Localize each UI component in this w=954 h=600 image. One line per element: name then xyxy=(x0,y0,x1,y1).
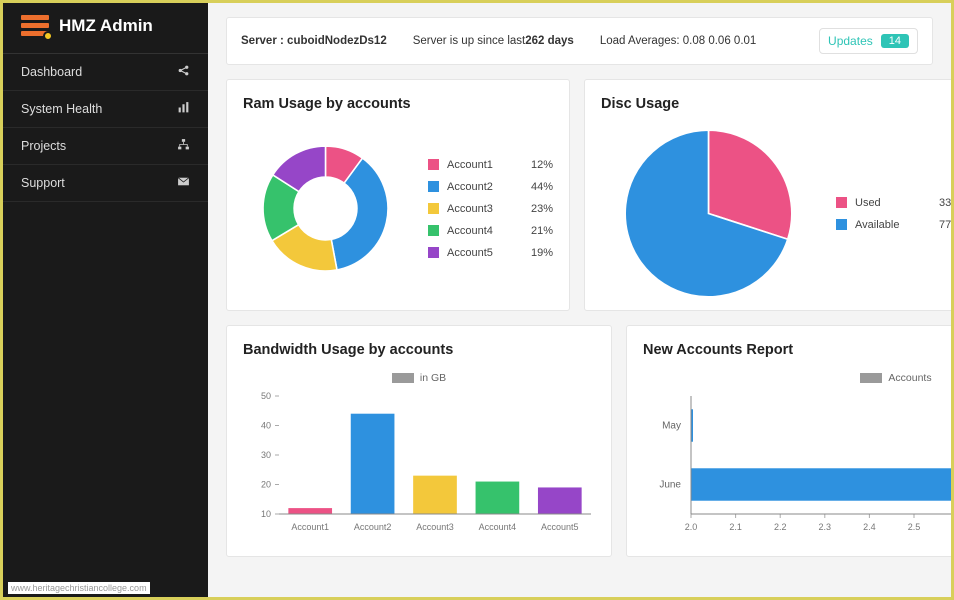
svg-text:2.1: 2.1 xyxy=(729,522,742,532)
legend-item: Account421% xyxy=(428,225,553,237)
updates-button[interactable]: Updates 14 xyxy=(819,28,918,54)
svg-text:2.4: 2.4 xyxy=(863,522,876,532)
legend-item: Available77% xyxy=(836,219,951,231)
legend-item: Account323% xyxy=(428,203,553,215)
nav-support[interactable]: Support xyxy=(3,165,208,202)
disc-legend: Used33% Available77% xyxy=(836,197,951,231)
svg-text:2.0: 2.0 xyxy=(685,522,698,532)
uptime-info: Server is up since last262 days xyxy=(413,35,574,47)
legend-item: Used33% xyxy=(836,197,951,209)
envelope-icon xyxy=(177,175,190,191)
disc-pie-chart xyxy=(621,126,796,301)
accounts-hbar-chart: 2.02.12.22.32.42.52.62.72.82.93.0MayJune xyxy=(643,388,951,536)
card-disc-usage: Disc Usage Used33% Available77% xyxy=(584,79,951,311)
nav-projects[interactable]: Projects xyxy=(3,128,208,165)
main: Server : cuboidNodezDs12 Server is up si… xyxy=(208,3,951,597)
sitemap-icon xyxy=(177,138,190,154)
svg-text:30: 30 xyxy=(261,450,271,460)
nav-label: Projects xyxy=(21,139,66,153)
brand-title: HMZ Admin xyxy=(59,16,153,36)
bandwidth-legend: in GB xyxy=(243,372,595,384)
ram-donut-chart xyxy=(243,126,408,291)
card-title: Bandwidth Usage by accounts xyxy=(243,342,595,358)
nav-system-health[interactable]: System Health xyxy=(3,91,208,128)
card-title: Ram Usage by accounts xyxy=(243,96,553,112)
card-bandwidth: Bandwidth Usage by accounts in GB 10 20 30… xyxy=(226,325,612,557)
svg-text:2.3: 2.3 xyxy=(819,522,832,532)
updates-label: Updates xyxy=(828,34,873,48)
svg-text:Account4: Account4 xyxy=(479,522,517,532)
nav-label: System Health xyxy=(21,102,102,116)
status-bar: Server : cuboidNodezDs12 Server is up si… xyxy=(226,17,933,65)
nav-label: Dashboard xyxy=(21,65,82,79)
watermark: www.heritagechristiancollege.com xyxy=(8,582,150,594)
svg-text:10: 10 xyxy=(261,509,271,519)
share-icon xyxy=(177,64,190,80)
svg-text:2.5: 2.5 xyxy=(908,522,921,532)
legend-item: Account112% xyxy=(428,159,553,171)
server-info: Server : cuboidNodezDs12 xyxy=(241,35,387,47)
bar-chart-icon xyxy=(177,101,190,117)
updates-badge: 14 xyxy=(881,34,909,48)
svg-text:20: 20 xyxy=(261,480,271,490)
nav-dashboard[interactable]: Dashboard xyxy=(3,54,208,91)
svg-text:40: 40 xyxy=(261,421,271,431)
bandwidth-bar-chart: 10 20 30 40 50 Account1 Account2 Account3 Accoun… xyxy=(243,388,597,536)
svg-text:June: June xyxy=(659,480,681,491)
brand: HMZ Admin xyxy=(3,3,208,54)
sidebar: HMZ Admin Dashboard System Health Projec… xyxy=(3,3,208,597)
svg-text:Account5: Account5 xyxy=(541,522,579,532)
brand-icon xyxy=(21,15,49,37)
nav-label: Support xyxy=(21,176,65,190)
card-ram-usage: Ram Usage by accounts Account112%Account… xyxy=(226,79,570,311)
accounts-legend: Accounts xyxy=(643,372,951,384)
card-new-accounts: New Accounts Report Accounts 2.0 2.1 2.2 2.… xyxy=(626,325,951,557)
ram-legend: Account112% Account244% Account323% Account… xyxy=(428,159,553,259)
load-info: Load Averages: 0.08 0.06 0.01 xyxy=(600,35,756,47)
card-title: Disc Usage xyxy=(601,96,951,112)
svg-text:Account2: Account2 xyxy=(354,522,392,532)
svg-text:Account1: Account1 xyxy=(291,522,329,532)
svg-text:2.2: 2.2 xyxy=(774,522,787,532)
svg-text:May: May xyxy=(662,421,681,432)
card-title: New Accounts Report xyxy=(643,342,951,358)
legend-item: Account244% xyxy=(428,181,553,193)
svg-text:50: 50 xyxy=(261,391,271,401)
svg-text:Account3: Account3 xyxy=(416,522,454,532)
legend-item: Account519% xyxy=(428,247,553,259)
